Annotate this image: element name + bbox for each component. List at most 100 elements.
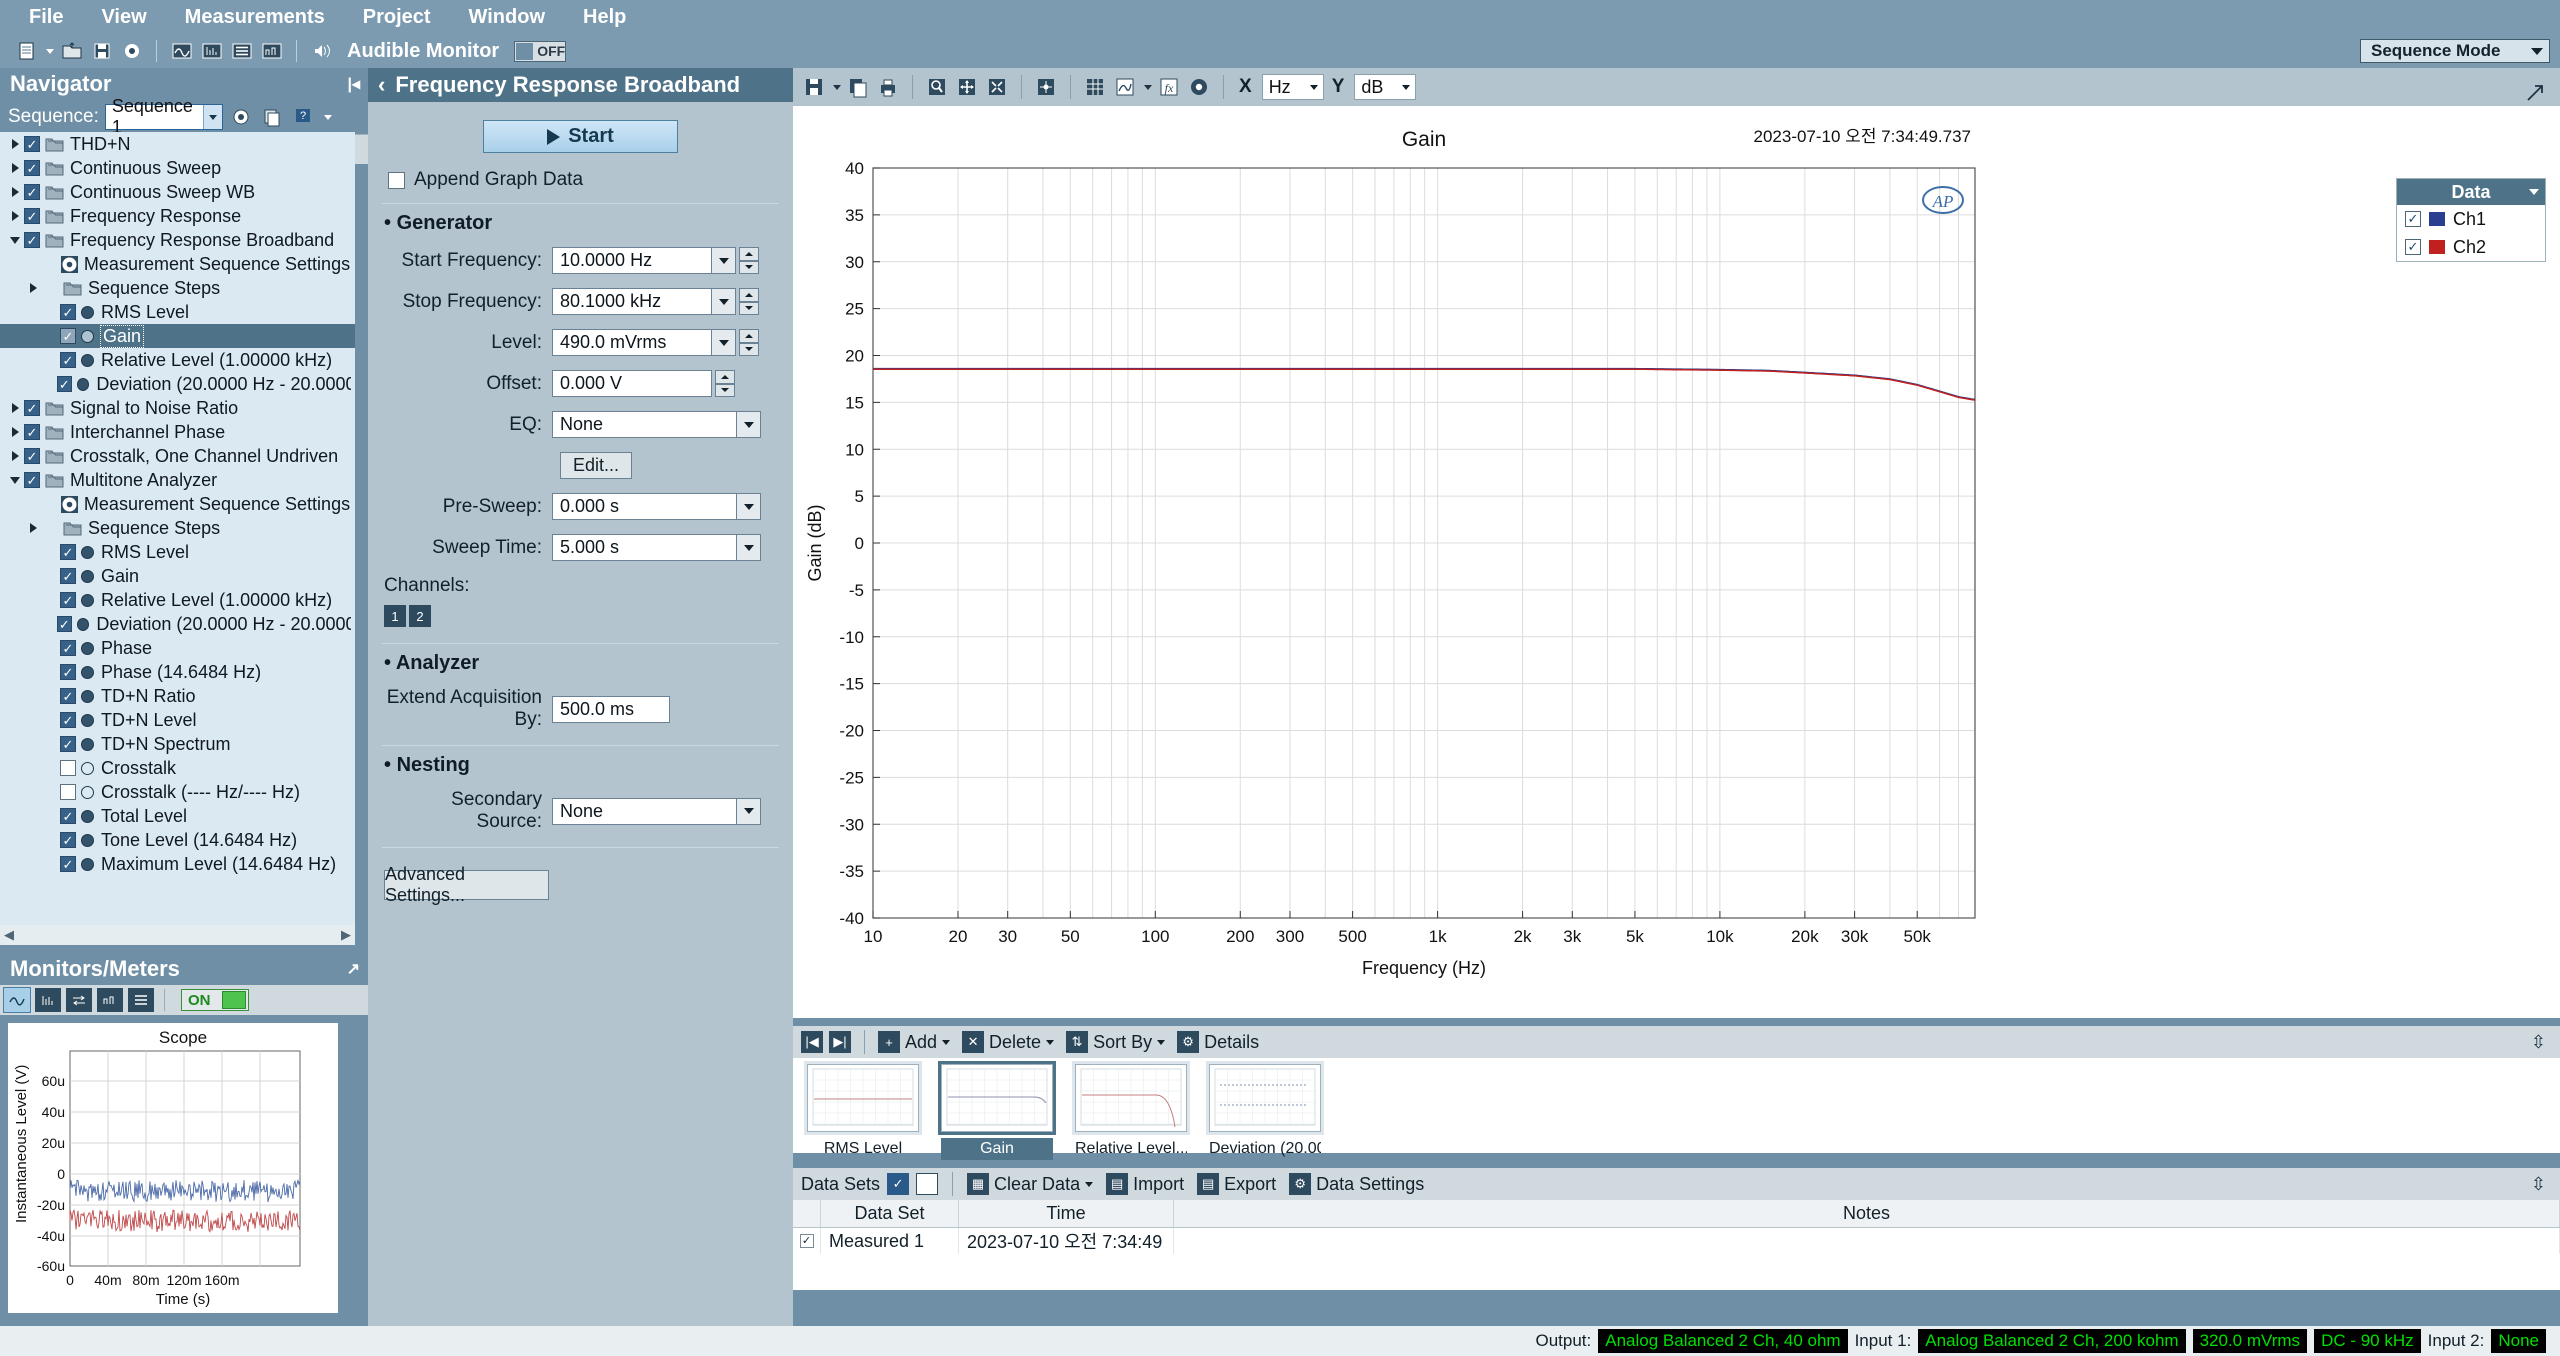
input1-range[interactable]: 320.0 mVrms xyxy=(2192,1329,2308,1353)
measurement-tree[interactable]: ✓ THD+N ✓ Continuous Sweep ✓ Continuous Sweep… xyxy=(0,132,355,932)
menu-item-file[interactable]: File xyxy=(10,1,82,34)
chevron-down-icon[interactable] xyxy=(712,329,736,356)
field-input[interactable]: 5.000 s xyxy=(552,534,737,561)
append-graph-checkbox[interactable] xyxy=(388,171,405,189)
tree-item[interactable]: ✓ Frequency Response Broadband xyxy=(0,228,355,252)
tree-checkbox[interactable] xyxy=(60,760,76,776)
spectrum-monitor-icon[interactable] xyxy=(35,988,61,1012)
scope-plot[interactable]: Scope Instantaneous Level (V) 60u 40u 20u … xyxy=(8,1023,338,1313)
tree-twisty[interactable] xyxy=(6,403,24,413)
tree-checkbox[interactable]: ✓ xyxy=(24,232,40,248)
tree-item[interactable]: ✓ Relative Level (1.00000 kHz) xyxy=(0,588,355,612)
tree-checkbox[interactable]: ✓ xyxy=(24,208,40,224)
sequence-mode-selector[interactable]: Sequence Mode xyxy=(2360,39,2550,63)
output-value[interactable]: Analog Balanced 2 Ch, 40 ohm xyxy=(1598,1329,1848,1353)
sequence-settings-icon[interactable] xyxy=(229,105,254,130)
tree-item[interactable]: ✓ Interchannel Phase xyxy=(0,420,355,444)
data-settings-button[interactable]: ⚙ Data Settings xyxy=(1289,1173,1424,1195)
spinner-up[interactable] xyxy=(739,288,759,302)
spinner[interactable] xyxy=(739,288,759,315)
field-input[interactable]: 500.0 ms xyxy=(552,695,670,723)
start-button[interactable]: Start xyxy=(483,120,678,153)
graph-style-icon[interactable] xyxy=(1112,74,1138,100)
save-graph-dropdown-icon[interactable] xyxy=(833,84,841,90)
tree-checkbox[interactable] xyxy=(60,784,76,800)
chevron-down-icon[interactable] xyxy=(202,105,222,129)
tree-item[interactable]: ✓ Crosstalk, One Channel Undriven xyxy=(0,444,355,468)
tree-item[interactable]: ✓ THD+N xyxy=(0,132,355,156)
transfer-monitor-icon[interactable] xyxy=(66,988,92,1012)
tree-checkbox[interactable]: ✓ xyxy=(60,736,76,752)
tree-twisty[interactable] xyxy=(6,236,24,244)
field-input[interactable]: None xyxy=(552,797,737,825)
chevron-down-icon[interactable] xyxy=(2529,189,2539,195)
tree-item[interactable]: Sequence Steps xyxy=(0,276,355,300)
tree-item[interactable]: Measurement Sequence Settings.. xyxy=(0,492,355,516)
audible-monitor-toggle[interactable]: OFF xyxy=(514,40,567,62)
open-project-icon[interactable] xyxy=(59,39,84,64)
spinner-down[interactable] xyxy=(715,383,735,397)
check-all-icon[interactable]: ✓ xyxy=(887,1173,910,1195)
gain-plot-area[interactable]: Gain 2023-07-10 오전 7:34:49.737 40 35 30 25 20 1… xyxy=(793,106,2560,1018)
spectrum-view-icon[interactable] xyxy=(199,39,224,64)
tree-item[interactable]: ✓ Continuous Sweep xyxy=(0,156,355,180)
tree-checkbox[interactable]: ✓ xyxy=(60,832,76,848)
eq-edit-button[interactable]: Edit... xyxy=(560,452,632,479)
tree-item[interactable]: ✓ Gain xyxy=(0,564,355,588)
export-button[interactable]: ▤ Export xyxy=(1197,1173,1276,1195)
spinner-down[interactable] xyxy=(739,260,759,274)
tree-twisty[interactable] xyxy=(6,427,24,437)
import-button[interactable]: ▤ Import xyxy=(1106,1173,1184,1195)
field-input[interactable]: 80.1000 kHz xyxy=(552,288,712,315)
tree-item[interactable]: ✓ Total Level xyxy=(0,804,355,828)
tree-item[interactable]: ✓ Relative Level (1.00000 kHz) xyxy=(0,348,355,372)
print-graph-icon[interactable] xyxy=(875,74,901,100)
tree-checkbox[interactable]: ✓ xyxy=(60,352,76,368)
add-thumbnail-button[interactable]: + Add xyxy=(878,1031,951,1053)
tree-twisty[interactable] xyxy=(6,163,24,173)
last-thumbnail-icon[interactable]: ▶| xyxy=(829,1031,851,1053)
tree-item[interactable]: Crosstalk (---- Hz/---- Hz) xyxy=(0,780,355,804)
tree-checkbox[interactable]: ✓ xyxy=(60,712,76,728)
tree-item[interactable]: ✓ Signal to Noise Ratio xyxy=(0,396,355,420)
input1-value[interactable]: Analog Balanced 2 Ch, 200 kohm xyxy=(1918,1329,2186,1353)
spinner[interactable] xyxy=(739,247,759,274)
tree-checkbox[interactable]: ✓ xyxy=(24,184,40,200)
advanced-settings-button[interactable]: Advanced Settings... xyxy=(384,864,549,905)
spinner[interactable] xyxy=(715,370,735,397)
scope-view-icon[interactable] xyxy=(3,987,31,1013)
field-input[interactable]: 0.000 V xyxy=(552,370,712,397)
menu-item-measurements[interactable]: Measurements xyxy=(166,1,344,34)
field-input[interactable]: None xyxy=(552,411,737,438)
meters-list-icon[interactable] xyxy=(128,988,154,1012)
tree-checkbox[interactable]: ✓ xyxy=(24,160,40,176)
sort-thumbnails-button[interactable]: ⇅ Sort By xyxy=(1066,1031,1166,1053)
chevron-down-icon[interactable] xyxy=(1046,1039,1055,1045)
tree-item[interactable]: ✓ Multitone Analyzer xyxy=(0,468,355,492)
tree-twisty[interactable] xyxy=(6,476,24,484)
pin-panel-icon[interactable]: |◂ xyxy=(347,74,360,94)
tree-checkbox[interactable]: ✓ xyxy=(24,448,40,464)
legend-checkbox[interactable]: ✓ xyxy=(2405,239,2421,255)
spinner-down[interactable] xyxy=(739,301,759,315)
back-icon[interactable]: ‹ xyxy=(378,72,385,98)
tree-item[interactable]: ✓ Frequency Response xyxy=(0,204,355,228)
analyzer-section-title[interactable]: Analyzer xyxy=(384,652,779,675)
save-graph-icon[interactable] xyxy=(801,74,827,100)
tree-horizontal-scrollbar[interactable]: ◀ ▶ xyxy=(0,925,355,945)
new-document-dropdown-icon[interactable] xyxy=(46,48,54,54)
tree-checkbox[interactable]: ✓ xyxy=(60,568,76,584)
pan-icon[interactable] xyxy=(954,74,980,100)
tree-twisty[interactable] xyxy=(6,187,24,197)
menu-item-help[interactable]: Help xyxy=(564,1,645,34)
menu-item-window[interactable]: Window xyxy=(450,1,564,34)
waveform-view-icon[interactable] xyxy=(169,39,194,64)
tree-checkbox[interactable]: ✓ xyxy=(60,640,76,656)
new-document-icon[interactable] xyxy=(14,39,39,64)
tree-twisty[interactable] xyxy=(24,283,42,293)
y-axis-unit-select[interactable]: dB xyxy=(1354,74,1417,100)
legend-header[interactable]: Data xyxy=(2397,179,2545,205)
thumbnail-item[interactable]: Deviation (20.0000... xyxy=(1206,1061,1324,1160)
tree-twisty[interactable] xyxy=(24,523,42,533)
legend-row[interactable]: ✓ Ch1 xyxy=(2397,205,2545,233)
